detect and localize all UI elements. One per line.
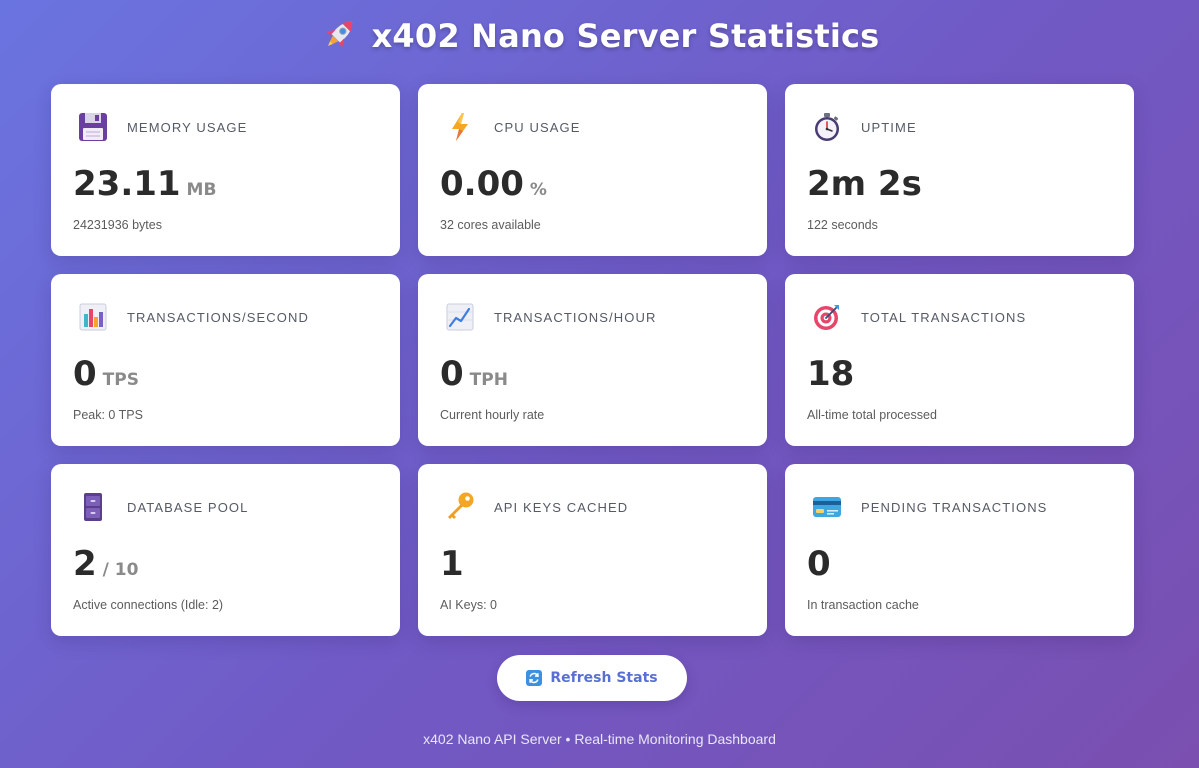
card-value-number: 0.00 [440, 164, 524, 204]
card-pending-transactions: PENDING TRANSACTIONS 0 In transaction ca… [785, 464, 1134, 636]
card-transactions-per-second: TRANSACTIONS/SECOND 0 TPS Peak: 0 TPS [51, 274, 400, 446]
card-label: TRANSACTIONS/SECOND [127, 309, 309, 325]
card-value-number: 2 [73, 544, 97, 584]
card-total-transactions: TOTAL TRANSACTIONS 18 All-time total pro… [785, 274, 1134, 446]
card-value: 18 [807, 354, 1112, 396]
card-value-unit: TPS [102, 370, 139, 390]
footer-text: x402 Nano API Server • Real-time Monitor… [423, 731, 776, 747]
card-subtext: In transaction cache [807, 598, 919, 612]
page-title-text: x402 Nano Server Statistics [371, 17, 880, 55]
card-value-number: 0 [440, 354, 464, 394]
bar-chart-icon [73, 297, 113, 337]
card-label: MEMORY USAGE [127, 119, 248, 135]
card-value-number: 2m 2s [807, 164, 922, 204]
card-subtext: Peak: 0 TPS [73, 408, 143, 422]
card-value: 2 / 10 [73, 544, 378, 586]
card-label: TOTAL TRANSACTIONS [861, 309, 1027, 325]
card-subtext: Active connections (Idle: 2) [73, 598, 224, 612]
card-value-number: 18 [807, 354, 855, 394]
card-uptime: UPTIME 2m 2s 122 seconds [785, 84, 1134, 256]
card-database-pool: DATABASE POOL 2 / 10 Active connections … [51, 464, 400, 636]
floppy-disk-icon [73, 107, 113, 147]
card-label: UPTIME [861, 119, 917, 135]
card-label: CPU USAGE [494, 119, 581, 135]
card-value-number: 23.11 [73, 164, 181, 204]
card-label: DATABASE POOL [127, 499, 249, 515]
card-value-number: 0 [73, 354, 97, 394]
card-value: 1 [440, 544, 745, 586]
card-value-unit: TPH [469, 370, 508, 390]
refresh-stats-label: Refresh Stats [550, 670, 658, 686]
card-value: 0.00 % [440, 164, 745, 206]
key-icon [440, 487, 480, 527]
card-memory-usage: MEMORY USAGE 23.11 MB 24231936 bytes [51, 84, 400, 256]
card-value: 2m 2s [807, 164, 1112, 206]
card-value-number: 0 [807, 544, 831, 584]
card-value-unit: / 10 [102, 560, 139, 580]
card-label: TRANSACTIONS/HOUR [494, 309, 657, 325]
card-label: API KEYS CACHED [494, 499, 629, 515]
stopwatch-icon [807, 107, 847, 147]
card-transactions-per-hour: TRANSACTIONS/HOUR 0 TPH Current hourly r… [418, 274, 767, 446]
card-subtext: 24231936 bytes [73, 218, 162, 232]
credit-card-icon [807, 487, 847, 527]
card-value-unit: MB [186, 180, 217, 200]
refresh-stats-button[interactable]: Refresh Stats [497, 655, 687, 701]
stats-grid: MEMORY USAGE 23.11 MB 24231936 bytes CPU… [51, 84, 1134, 636]
card-value: 23.11 MB [73, 164, 378, 206]
card-subtext: 122 seconds [807, 218, 878, 232]
card-subtext: All-time total processed [807, 408, 937, 422]
card-label: PENDING TRANSACTIONS [861, 499, 1048, 515]
card-subtext: AI Keys: 0 [440, 598, 497, 612]
card-value-unit: % [529, 180, 547, 200]
lightning-icon [440, 107, 480, 147]
page-title: x402 Nano Server Statistics [0, 14, 1199, 55]
rocket-icon [320, 14, 360, 54]
card-api-keys-cached: API KEYS CACHED 1 AI Keys: 0 [418, 464, 767, 636]
card-value-number: 1 [440, 544, 464, 584]
card-subtext: Current hourly rate [440, 408, 545, 422]
file-cabinet-icon [73, 487, 113, 527]
target-icon [807, 297, 847, 337]
card-subtext: 32 cores available [440, 218, 541, 232]
card-cpu-usage: CPU USAGE 0.00 % 32 cores available [418, 84, 767, 256]
refresh-icon [526, 670, 543, 686]
card-value: 0 [807, 544, 1112, 586]
card-value: 0 TPH [440, 354, 745, 396]
card-value: 0 TPS [73, 354, 378, 396]
line-chart-icon [440, 297, 480, 337]
